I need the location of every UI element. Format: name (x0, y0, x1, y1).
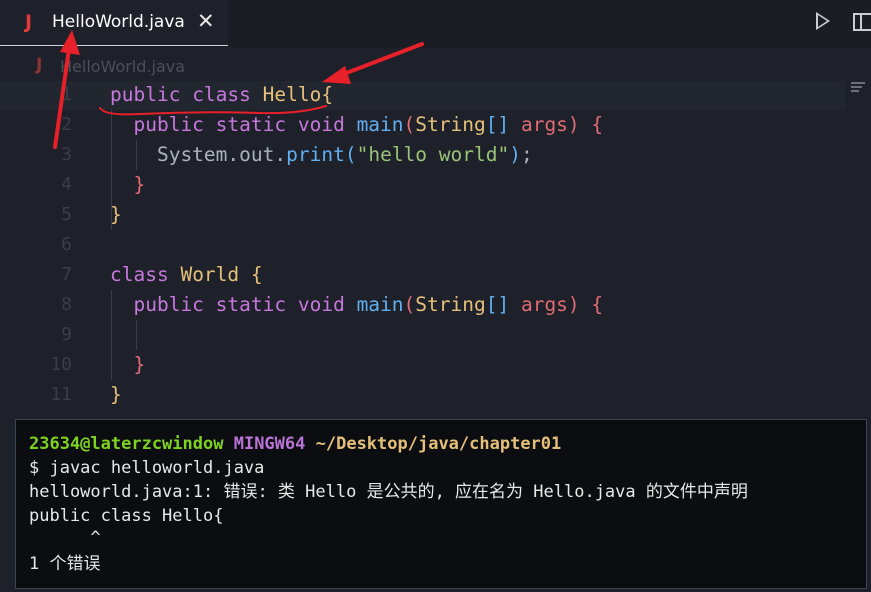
code-token: { (591, 113, 604, 136)
code-token: System (110, 143, 228, 166)
code-text: public static void main(String[] args) { (110, 290, 603, 320)
tab-label: HelloWorld.java (52, 12, 185, 32)
java-file-icon: J (36, 55, 43, 75)
code-text: } (110, 380, 122, 410)
code-line[interactable]: 4 } (0, 170, 860, 200)
tab-bar: J HelloWorld.java ✕ (0, 0, 871, 47)
line-number: 7 (61, 264, 72, 285)
line-number: 2 (61, 114, 72, 135)
code-token: } (110, 173, 146, 196)
code-token: { (250, 263, 263, 286)
terminal-command: $ javac helloworld.java (29, 458, 265, 478)
code-token: . (227, 143, 240, 166)
code-token: ( (403, 113, 416, 136)
code-token: } (110, 383, 122, 406)
code-token: { (591, 293, 604, 316)
line-number: 3 (61, 144, 72, 165)
code-token: public (110, 293, 216, 316)
line-number: 6 (61, 234, 72, 255)
code-line[interactable]: 1 public class Hello{ (0, 80, 860, 110)
terminal-source-line: public class Hello{ (29, 506, 224, 526)
line-number: 9 (61, 324, 72, 345)
code-token: ( (403, 293, 416, 316)
code-token: [] (485, 113, 510, 136)
code-token: class (192, 83, 263, 106)
code-token: main (356, 113, 404, 136)
code-token: World (180, 263, 251, 286)
code-token: ) (509, 143, 521, 166)
terminal-summary: 1 个错误 (29, 554, 101, 574)
code-token: public (110, 113, 216, 136)
code-line[interactable]: 9 (0, 320, 860, 350)
code-token: class (110, 263, 181, 286)
code-token: args (509, 113, 568, 136)
code-text: } (110, 200, 122, 230)
code-token: "hello world" (356, 143, 510, 166)
code-text: public static void main(String[] args) { (110, 110, 603, 140)
breadcrumb-file-name[interactable]: HelloWorld.java (60, 57, 185, 76)
code-text: class World { (110, 260, 263, 290)
split-editor-icon[interactable] (853, 13, 871, 31)
editor-tab-helloworld[interactable]: J HelloWorld.java ✕ (0, 0, 228, 46)
terminal-caret-line: ^ (29, 528, 101, 548)
code-token: static (215, 113, 298, 136)
code-token: { (321, 83, 334, 106)
code-editor[interactable]: 1 public class Hello{2 public static void… (0, 80, 871, 416)
terminal-panel[interactable]: 23634@laterzcwindow MINGW64 ~/Desktop/ja… (15, 419, 867, 589)
code-text: } (110, 350, 145, 380)
annotation-arrow (334, 42, 424, 79)
code-line[interactable]: 3 System.out.print("hello world"); (0, 140, 860, 170)
prompt-path: ~/Desktop/java/chapter01 (315, 434, 562, 454)
code-text: public class Hello{ (110, 80, 333, 110)
code-token: out (239, 143, 275, 166)
line-number: 8 (61, 294, 72, 315)
code-line[interactable]: 11} (0, 380, 860, 410)
prompt-user: 23634@laterzcwindow (29, 434, 224, 454)
code-token: main (356, 293, 404, 316)
code-line[interactable]: 5} (0, 200, 860, 230)
code-token: Hello (262, 83, 322, 106)
code-line[interactable]: 6 (0, 230, 860, 260)
terminal-error-line: helloworld.java:1: 错误: 类 Hello 是公共的, 应在名… (29, 482, 748, 502)
minimap[interactable] (851, 80, 867, 100)
code-token: void (297, 293, 357, 316)
close-icon[interactable]: ✕ (197, 9, 215, 33)
line-number: 5 (61, 204, 72, 225)
code-token: [] (485, 293, 510, 316)
code-line[interactable]: 2 public static void main(String[] args)… (0, 110, 860, 140)
code-line[interactable]: 7 class World { (0, 260, 860, 290)
code-token: ) (567, 113, 592, 136)
code-token: void (297, 113, 357, 136)
code-line[interactable]: 10 } (0, 350, 860, 380)
java-file-icon: J (25, 11, 33, 33)
breadcrumb[interactable]: J HelloWorld.java (36, 55, 185, 77)
code-token: String (415, 293, 486, 316)
code-text: } (110, 170, 145, 200)
line-number: 11 (50, 384, 72, 405)
line-number: 4 (61, 174, 72, 195)
code-text: System.out.print("hello world"); (110, 140, 533, 170)
line-number: 1 (61, 84, 72, 105)
code-token: String (415, 113, 486, 136)
code-token: ( (344, 143, 357, 166)
code-token: } (110, 353, 146, 376)
code-token: public (110, 83, 193, 106)
terminal-prompt: 23634@laterzcwindow MINGW64 ~/Desktop/ja… (29, 433, 561, 455)
code-token: static (215, 293, 298, 316)
code-token: ; (520, 143, 533, 166)
code-line[interactable]: 8 public static void main(String[] args)… (0, 290, 860, 320)
prompt-env: MINGW64 (233, 434, 306, 454)
code-token: args (509, 293, 568, 316)
code-token: ) (567, 293, 592, 316)
line-number: 10 (50, 354, 72, 375)
code-token: } (110, 203, 122, 226)
code-token: . (274, 143, 287, 166)
code-token: print (286, 143, 345, 166)
run-icon[interactable] (816, 12, 830, 30)
